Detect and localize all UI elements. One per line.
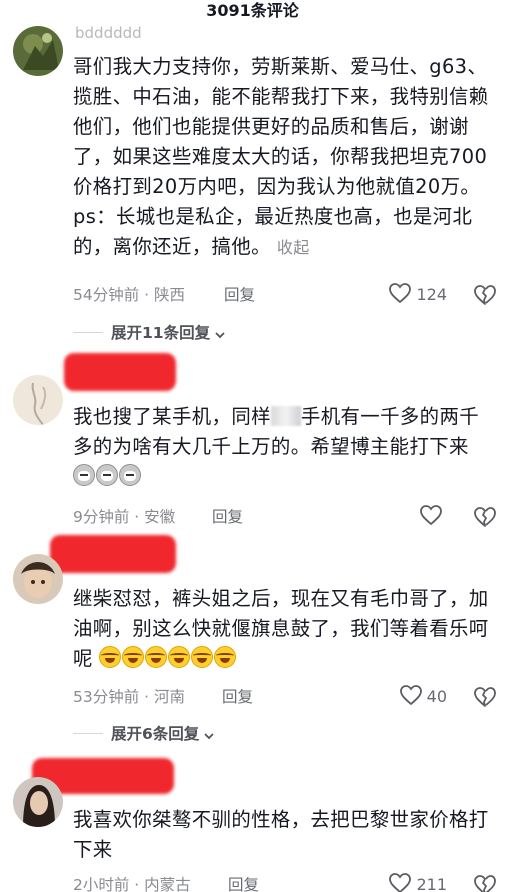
- comment-location: 内蒙古: [144, 876, 191, 892]
- chevron-down-icon: [214, 326, 226, 339]
- husky-emoji-icon: [96, 464, 118, 486]
- redacted-username: [64, 353, 176, 391]
- comment-count-title: 3091条评论: [206, 1, 299, 20]
- comment-text: 继柴怼怼，裤头姐之后，现在又有毛巾哥了，加油啊，别这么快就偃旗息鼓了，我们等着看…: [73, 584, 491, 674]
- avatar[interactable]: [13, 375, 63, 425]
- like-count: 211: [416, 875, 447, 892]
- collapse-link[interactable]: 收起: [277, 238, 310, 257]
- expand-replies-label: 展开6条回复: [111, 725, 200, 743]
- comment-body: 我喜欢你桀骜不驯的性格，去把巴黎世家价格打下来: [73, 808, 489, 861]
- broken-heart-icon: [473, 507, 497, 533]
- dislike-button[interactable]: [473, 873, 497, 892]
- broken-heart-icon: [473, 687, 497, 713]
- reply-button[interactable]: 回复: [212, 505, 243, 529]
- heart-outline-icon: [388, 282, 412, 308]
- laughing-emoji-icon: [122, 646, 145, 668]
- avatar[interactable]: [13, 554, 63, 604]
- comment-meta: 53分钟前 · 河南: [73, 688, 186, 706]
- laughing-emoji-icon: [214, 646, 237, 668]
- laughing-emoji-icon: [191, 646, 214, 668]
- comment-time: 53分钟前: [73, 688, 140, 706]
- heart-outline-icon: [388, 872, 412, 892]
- comment-location: 河南: [154, 688, 186, 706]
- reply-button[interactable]: 回复: [224, 283, 255, 307]
- dislike-button[interactable]: [473, 283, 497, 307]
- comment-text: 我喜欢你桀骜不驯的性格，去把巴黎世家价格打下来: [73, 805, 491, 865]
- comment-body-part1: 我也搜了某手机，同样: [73, 405, 271, 428]
- like-count: 124: [416, 285, 447, 304]
- like-count: 40: [426, 687, 447, 706]
- husky-emoji-icon: [119, 464, 141, 486]
- heart-outline-icon: [419, 504, 443, 530]
- redacted-username: [50, 535, 176, 573]
- reply-button[interactable]: 回复: [228, 873, 259, 892]
- dislike-button[interactable]: [473, 505, 497, 529]
- chevron-down-icon: [203, 727, 215, 740]
- broken-heart-icon: [473, 875, 497, 892]
- broken-heart-icon: [473, 285, 497, 311]
- like-button[interactable]: 124: [388, 283, 447, 307]
- avatar[interactable]: [13, 777, 63, 827]
- laughing-emoji-icon: [145, 646, 168, 668]
- expand-replies-button[interactable]: 展开11条回复: [73, 321, 226, 343]
- username[interactable]: bdddddd: [75, 24, 142, 42]
- divider: [73, 331, 103, 333]
- comment-location: 陕西: [154, 286, 186, 304]
- comment-meta: 2小时前 · 内蒙古: [73, 876, 191, 892]
- laughing-emoji-icon: [168, 646, 191, 668]
- comment-text: 我也搜了某手机，同样 手机有一千多的两千多的为啥有大几千上万的。希望博主能打下来: [73, 402, 491, 492]
- dislike-button[interactable]: [473, 685, 497, 709]
- expand-replies-label: 展开11条回复: [111, 324, 211, 342]
- like-button[interactable]: 211: [388, 873, 447, 892]
- reply-button[interactable]: 回复: [222, 685, 253, 709]
- comment-time: 9分钟前: [73, 508, 130, 526]
- expand-replies-button[interactable]: 展开6条回复: [73, 722, 215, 744]
- comment-meta: 9分钟前 · 安徽: [73, 508, 176, 526]
- comment-meta: 54分钟前 · 陕西: [73, 286, 186, 304]
- blurred-text: [270, 406, 301, 426]
- comment-location: 安徽: [144, 508, 176, 526]
- like-button[interactable]: [419, 505, 447, 529]
- comment-time: 54分钟前: [73, 286, 140, 304]
- divider: [73, 732, 103, 734]
- like-button[interactable]: 40: [399, 685, 447, 709]
- laughing-emoji-icon: [99, 646, 122, 668]
- comment-time: 2小时前: [73, 876, 130, 892]
- avatar[interactable]: [13, 26, 63, 76]
- heart-outline-icon: [399, 684, 423, 710]
- comment-text: 哥们我大力支持你，劳斯莱斯、爱马仕、g63、揽胜、中石油，能不能帮我打下来，我特…: [73, 52, 491, 263]
- comment-body: 哥们我大力支持你，劳斯莱斯、爱马仕、g63、揽胜、中石油，能不能帮我打下来，我特…: [73, 55, 489, 258]
- comments-header: 3091条评论: [0, 0, 505, 26]
- husky-emoji-icon: [73, 464, 95, 486]
